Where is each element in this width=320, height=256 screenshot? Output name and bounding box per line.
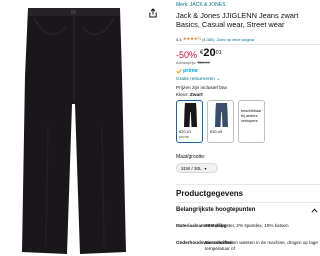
product-title: Jack & Jones JJIGLENN Jeans zwart Basics… <box>176 11 299 29</box>
spec-key: Materiaalsamenstelling <box>176 223 227 228</box>
swatch-availability-text: beschikbaar bij andere verkopers <box>241 109 262 123</box>
advice-price-label: Adviesprijs: <box>176 60 197 65</box>
brand-link[interactable]: Merk: JACK & JONES <box>176 2 225 8</box>
price-whole: 20 <box>203 47 216 59</box>
color-label: Kleur: <box>176 93 189 98</box>
advice-price-row: Adviesprijs: €39,99 <box>176 60 210 65</box>
size-value: 31W / 30L <box>181 165 202 171</box>
product-details-heading: Productgegevens <box>176 189 244 198</box>
share-icon[interactable] <box>148 8 158 18</box>
size-dropdown[interactable]: 31W / 30L ▾ <box>176 163 218 173</box>
price-row: -50% € 20 01 <box>176 47 222 61</box>
color-swatch-blue[interactable]: €30,49 <box>207 100 234 143</box>
vat-note: Prijzen zijn inclusief btw. <box>176 86 228 91</box>
spec-value: Binnenstebuiten wassen in de machine, dr… <box>205 240 318 251</box>
discount-badge: -50% <box>176 50 198 60</box>
divider <box>176 184 320 185</box>
swatch-image <box>215 103 228 127</box>
free-returns-label: Gratis retourneren <box>176 77 215 82</box>
chevron-down-icon: ⌄ <box>216 77 221 82</box>
spec-value: 28% polyester, 2% spandex, 10% katoen <box>205 223 289 228</box>
swatch-price: €30,49 <box>210 129 223 134</box>
rating-count-link[interactable]: (4.385) <box>202 37 215 42</box>
size-label: Maat/grootte: <box>176 154 206 160</box>
color-value: Zwart <box>189 93 203 98</box>
prime-badge[interactable]: prime <box>176 68 198 74</box>
rating-value: 4,4 <box>176 36 182 42</box>
prime-label: prime <box>183 68 198 74</box>
rating-row[interactable]: 4,4 ★★★★½ (4.385) Zoek op deze pagina <box>176 36 254 42</box>
advice-price: €39,99 <box>197 60 210 65</box>
product-info-pane: Merk: JACK & JONES Jack & Jones JJIGLENN… <box>176 0 320 256</box>
product-image-pane <box>0 0 170 256</box>
swatch-prime-label: prime <box>179 134 190 139</box>
star-rating-icon[interactable]: ★★★★½ <box>183 36 202 42</box>
divider <box>176 44 320 45</box>
check-icon <box>176 68 182 74</box>
swatch-image <box>184 103 197 127</box>
free-returns-link[interactable]: Gratis retourneren ⌄ <box>176 77 220 82</box>
color-swatch-other-sellers[interactable]: beschikbaar bij andere verkopers <box>238 100 265 143</box>
chevron-up-icon <box>311 207 318 213</box>
highlights-heading: Belangrijkste hoogtepunten <box>176 207 256 213</box>
product-image[interactable] <box>18 6 130 256</box>
color-swatch-black[interactable]: €20,01 prime <box>176 100 203 143</box>
search-page-link[interactable]: Zoek op deze pagina <box>217 37 254 42</box>
highlights-toggle[interactable]: Belangrijkste hoogtepunten <box>176 207 320 213</box>
spec-key: Onderhoudsvoorschriften <box>176 240 233 245</box>
price-fraction: 01 <box>215 50 222 56</box>
color-row: Kleur: Zwart <box>176 93 203 98</box>
divider <box>176 202 320 203</box>
chevron-down-icon: ▾ <box>204 165 207 171</box>
